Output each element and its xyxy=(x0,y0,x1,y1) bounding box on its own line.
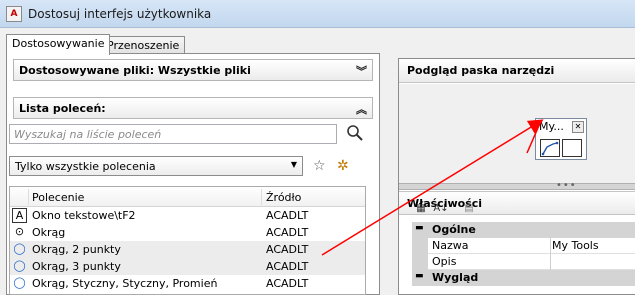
command-name: Okrąg, Styczny, Styczny, Promień xyxy=(32,277,218,290)
column-divider xyxy=(261,189,262,205)
chevron-down-icon[interactable]: ︾ xyxy=(356,63,367,79)
command-name: Okrąg, 2 punkty xyxy=(32,243,121,256)
customization-files-header[interactable]: Dostosowywane pliki: Wszystkie pliki ︾ xyxy=(13,59,373,81)
property-name: Opis xyxy=(432,255,457,268)
dropdown-arrow-icon: ▼ xyxy=(290,160,297,169)
category-label: Ogólne xyxy=(432,223,476,236)
column-source[interactable]: Źródło xyxy=(266,191,301,204)
row-gutter xyxy=(412,238,428,254)
circle-icon: ⊙ xyxy=(14,225,25,238)
pane-splitter[interactable]: ••• xyxy=(399,180,635,191)
filter-favorites-icon[interactable]: ☆ xyxy=(313,158,329,174)
command-source: ACADLT xyxy=(266,260,309,273)
command-filter-select[interactable]: Tylko wszystkie polecenia ▼ xyxy=(9,156,303,176)
autocad-lt-icon: A xyxy=(6,6,22,22)
command-row[interactable]: ◯ Okrąg, Styczny, Styczny, Promień ACADL… xyxy=(10,275,365,292)
command-list-columns: Polecenie Źródło xyxy=(10,187,365,207)
command-name: Okrąg, 3 punkty xyxy=(32,260,121,273)
command-list-label: Lista poleceń: xyxy=(19,102,106,115)
new-command-icon[interactable]: ✲ xyxy=(337,158,353,174)
command-name: Okno tekstowe\tF2 xyxy=(32,209,136,222)
property-name: Nazwa xyxy=(432,239,469,252)
toolbar-preview: My... ✕ xyxy=(399,84,635,183)
toolbar-preview-header: Podgląd paska narzędzi xyxy=(399,59,635,83)
category-label: Wygląd xyxy=(432,271,479,284)
circle-3p-icon: ◯ xyxy=(13,259,26,272)
category-general[interactable]: ▬ Ogólne xyxy=(412,222,635,238)
chevron-up-icon[interactable]: ︽ xyxy=(356,101,367,117)
mini-toolbar-preview[interactable]: My... ✕ xyxy=(535,118,587,160)
mini-toolbar-title: My... xyxy=(539,120,564,133)
sort-az-icon[interactable]: A↓ xyxy=(432,200,450,218)
command-list: Polecenie Źródło A Okno tekstowe\tF2 ACA… xyxy=(9,186,366,295)
command-source: ACADLT xyxy=(266,226,309,239)
command-list-header[interactable]: Lista poleceń: ︽ xyxy=(13,97,373,119)
command-row[interactable]: A Okno tekstowe\tF2 ACADLT xyxy=(10,207,365,224)
customization-files-label: Dostosowywane pliki: Wszystkie pliki xyxy=(19,64,251,77)
column-divider xyxy=(550,254,551,270)
property-row[interactable]: Opis xyxy=(412,254,635,270)
command-name: Okrąg xyxy=(32,226,66,239)
window-title: Dostosuj interfejs użytkownika xyxy=(28,7,212,21)
collapse-icon[interactable]: ▬ xyxy=(415,223,424,233)
text-window-icon: A xyxy=(12,208,27,223)
close-icon[interactable]: ✕ xyxy=(572,121,584,133)
column-divider xyxy=(28,189,29,205)
command-source: ACADLT xyxy=(266,209,309,222)
command-source: ACADLT xyxy=(266,243,309,256)
dialog-body: Dostosowywanie Przenoszenie Dostosowywan… xyxy=(0,28,635,295)
row-gutter xyxy=(412,254,428,270)
empty-button-slot[interactable] xyxy=(562,139,582,157)
tab-customize[interactable]: Dostosowywanie xyxy=(6,34,111,55)
polyline-tool-icon[interactable] xyxy=(540,139,560,157)
categorized-view-icon[interactable]: ▦ xyxy=(412,200,430,218)
splitter-grip-icon[interactable]: ••• xyxy=(556,180,577,191)
column-command[interactable]: Polecenie xyxy=(32,191,84,204)
title-bar: A Dostosuj interfejs użytkownika xyxy=(0,0,635,28)
circle-2p-icon: ◯ xyxy=(13,242,26,255)
search-icon[interactable] xyxy=(346,124,364,142)
command-row[interactable]: ◯ Okrąg, 3 punkty ACADLT xyxy=(10,258,365,275)
command-search-input[interactable]: Wyszukaj na liście poleceń xyxy=(9,124,337,144)
command-filter-value: Tylko wszystkie polecenia xyxy=(15,160,156,173)
column-divider xyxy=(550,238,551,254)
property-pages-icon[interactable]: ▤ xyxy=(460,200,478,218)
collapse-icon[interactable]: ▬ xyxy=(415,271,424,281)
command-row[interactable]: ◯ Okrąg, 2 punkty ACADLT xyxy=(10,241,365,258)
command-row[interactable]: ⊙ Okrąg ACADLT xyxy=(10,224,365,241)
circle-ttr-icon: ◯ xyxy=(13,276,26,289)
property-grid: ▬ Ogólne Nazwa My Tools Opis ▬ Wygląd xyxy=(412,222,635,286)
property-value[interactable]: My Tools xyxy=(552,239,599,252)
property-row[interactable]: Nazwa My Tools xyxy=(412,238,635,254)
category-appearance[interactable]: ▬ Wygląd xyxy=(412,270,635,286)
tab-transfer[interactable]: Przenoszenie xyxy=(101,36,186,54)
command-source: ACADLT xyxy=(266,277,309,290)
